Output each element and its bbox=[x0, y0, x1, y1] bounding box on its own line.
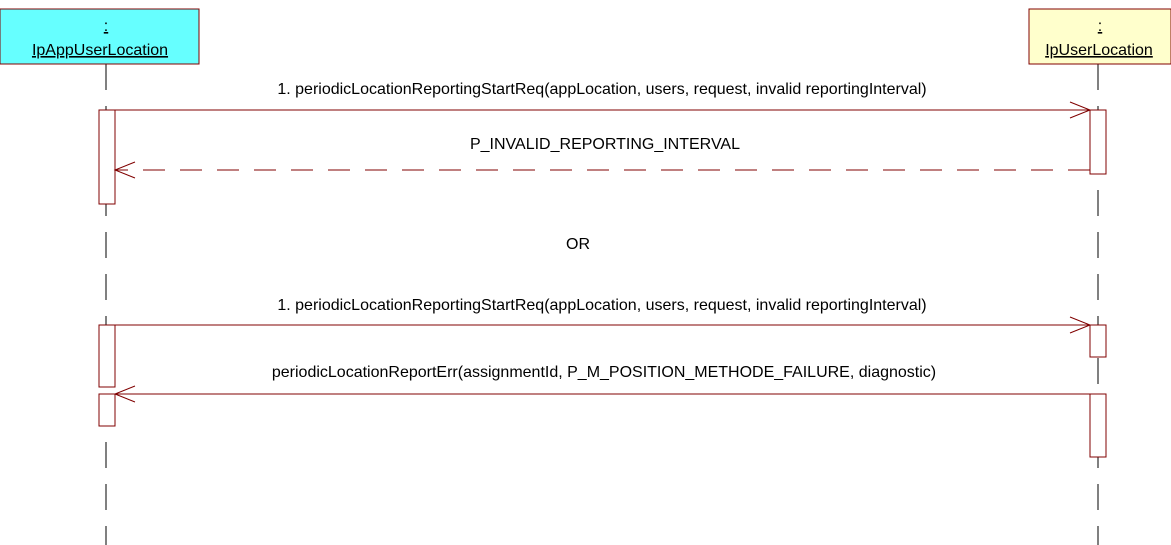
sequence-diagram: : IpAppUserLocation : IpUserLocation 1. … bbox=[0, 8, 1171, 545]
message-invalid-interval-return: P_INVALID_REPORTING_INTERVAL bbox=[113, 136, 1090, 179]
participant-colon: : bbox=[104, 18, 108, 35]
participant-colon: : bbox=[1098, 18, 1102, 35]
participant-ipuserlocation: : IpUserLocation bbox=[1028, 8, 1171, 65]
message-label: P_INVALID_REPORTING_INTERVAL bbox=[470, 136, 740, 153]
participant-name: IpUserLocation bbox=[1045, 42, 1153, 59]
participant-ipappuserlocation: : IpAppUserLocation bbox=[0, 8, 200, 65]
or-label: OR bbox=[566, 236, 590, 253]
activation-bar bbox=[98, 393, 116, 427]
message-label: periodicLocationReportErr(assignmentId, … bbox=[272, 364, 936, 381]
message-start-request-1: 1. periodicLocationReportingStartReq(app… bbox=[115, 81, 1092, 119]
activation-bar bbox=[1089, 109, 1107, 175]
activation-bar bbox=[98, 324, 116, 388]
participant-name: IpAppUserLocation bbox=[32, 42, 168, 59]
message-label: 1. periodicLocationReportingStartReq(app… bbox=[277, 81, 926, 98]
message-label: 1. periodicLocationReportingStartReq(app… bbox=[277, 297, 926, 314]
activation-bar bbox=[1089, 393, 1107, 458]
activation-bar bbox=[98, 109, 116, 205]
message-start-request-2: 1. periodicLocationReportingStartReq(app… bbox=[115, 297, 1092, 334]
message-report-error: periodicLocationReportErr(assignmentId, … bbox=[113, 364, 1090, 403]
activation-bar bbox=[1089, 324, 1107, 358]
